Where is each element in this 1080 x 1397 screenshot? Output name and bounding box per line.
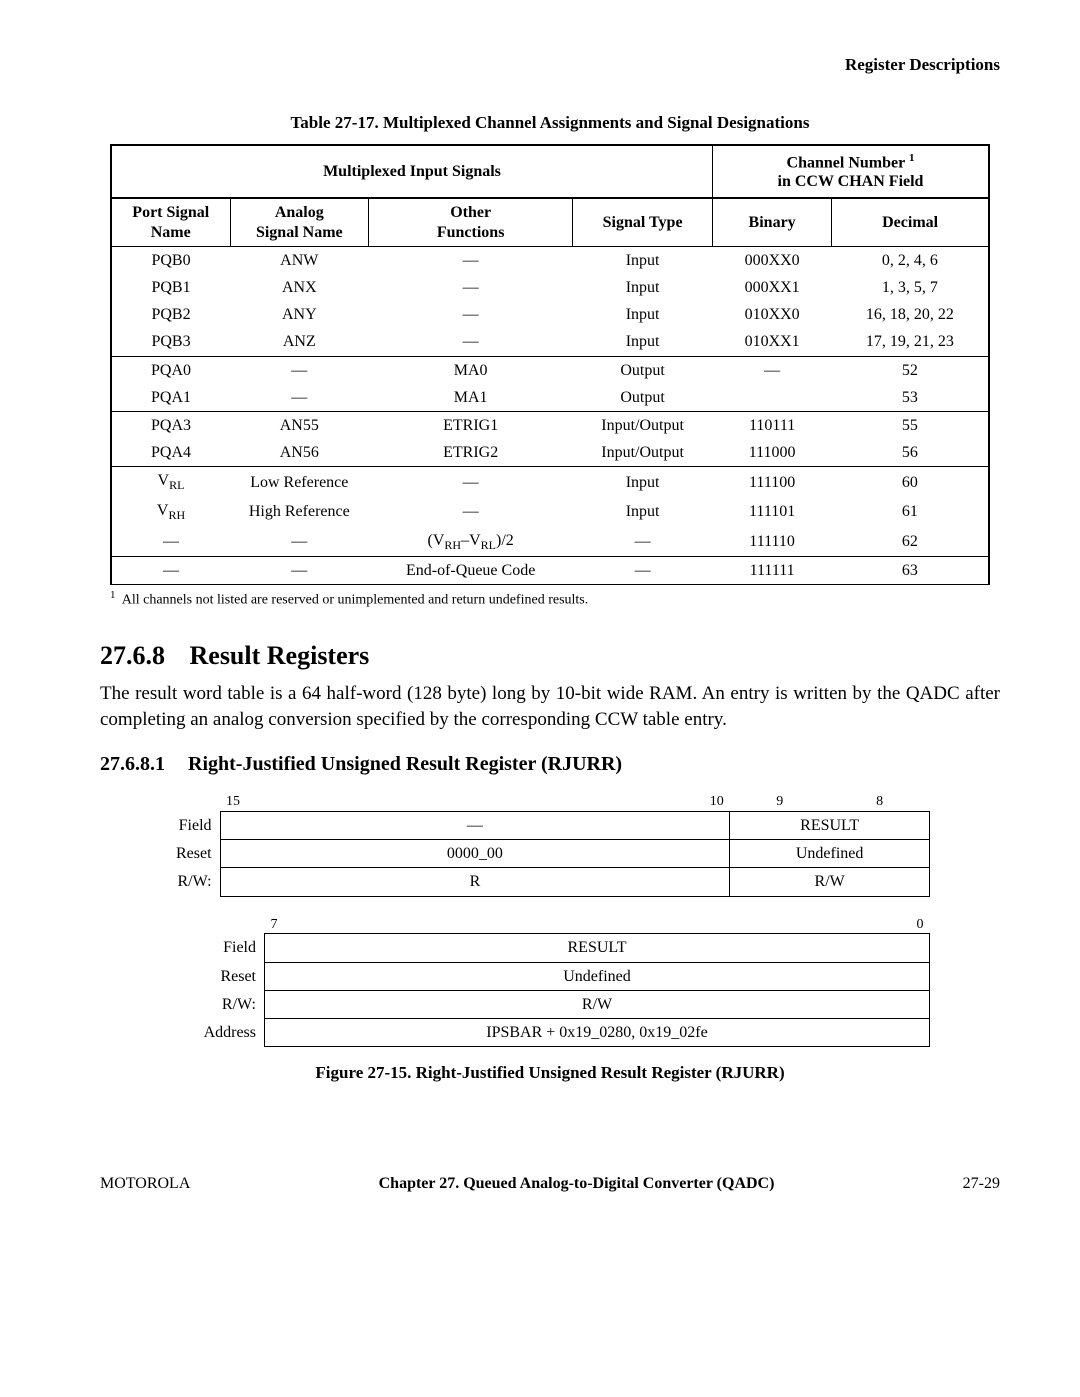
table-row: PQA0 — MA0 Output — 52 bbox=[111, 356, 989, 384]
footer-left: MOTOROLA bbox=[100, 1174, 190, 1193]
cell-field-left: — bbox=[220, 812, 730, 840]
th-chan: Channel Number 1 in CCW CHAN Field bbox=[712, 145, 989, 199]
table-row: PQB1 ANX — Input 000XX1 1, 3, 5, 7 bbox=[111, 274, 989, 301]
row-label-rw: R/W: bbox=[170, 990, 265, 1018]
row-label-reset: Reset bbox=[170, 840, 220, 868]
subsection-number: 27.6.8.1 bbox=[100, 753, 165, 775]
th-dec: Decimal bbox=[832, 198, 989, 246]
th-chan-l1: Channel Number bbox=[787, 154, 905, 171]
bit-label: 9 bbox=[730, 790, 830, 811]
table-row: PQB2 ANY — Input 010XX0 16, 18, 20, 22 bbox=[111, 301, 989, 328]
th-chan-sup: 1 bbox=[909, 152, 915, 164]
table-row: VRH High Reference — Input 111101 61 bbox=[111, 497, 989, 527]
cell-reset-left: 0000_00 bbox=[220, 840, 730, 868]
vrl-cell: VRL bbox=[111, 467, 230, 497]
table-row: PQB0 ANW — Input 000XX0 0, 2, 4, 6 bbox=[111, 246, 989, 274]
th-analog: Analog Signal Name bbox=[230, 198, 369, 246]
row-label-field: Field bbox=[170, 934, 265, 962]
vrh-cell: VRH bbox=[111, 497, 230, 527]
table-row: PQA1 — MA1 Output 53 bbox=[111, 384, 989, 412]
bit-label: 7 bbox=[265, 913, 597, 934]
cell-rw-right: R/W bbox=[730, 868, 930, 896]
th-sigtype: Signal Type bbox=[573, 198, 713, 246]
cell-reset-right: Undefined bbox=[730, 840, 930, 868]
th-mux: Multiplexed Input Signals bbox=[111, 145, 712, 199]
cell-field: RESULT bbox=[265, 934, 930, 962]
section-heading: 27.6.8 Result Registers bbox=[100, 640, 1000, 671]
register-table-upper: 15 10 9 8 Field — RESULT Reset 0000_00 U… bbox=[170, 790, 930, 896]
subsection-title: Right-Justified Unsigned Result Register… bbox=[188, 753, 622, 775]
footer-right: 27-29 bbox=[963, 1174, 1000, 1193]
channel-table: Multiplexed Input Signals Channel Number… bbox=[110, 144, 990, 586]
cell-reset: Undefined bbox=[265, 962, 930, 990]
cell-field-right: RESULT bbox=[730, 812, 930, 840]
footer-center: Chapter 27. Queued Analog-to-Digital Con… bbox=[379, 1174, 775, 1193]
table-row: PQB3 ANZ — Input 010XX1 17, 19, 21, 23 bbox=[111, 328, 989, 356]
table-row: — — End-of-Queue Code — 111111 63 bbox=[111, 557, 989, 585]
table-footnote: 1 All channels not listed are reserved o… bbox=[110, 589, 1000, 609]
table-row: — — (VRH–VRL)/2 — 111110 62 bbox=[111, 527, 989, 557]
table-title: Table 27-17. Multiplexed Channel Assignm… bbox=[100, 113, 1000, 133]
section-title: Result Registers bbox=[190, 641, 370, 670]
th-bin: Binary bbox=[712, 198, 831, 246]
cell-rw: R/W bbox=[265, 990, 930, 1018]
th-other: Other Functions bbox=[369, 198, 573, 246]
row-label-address: Address bbox=[170, 1018, 265, 1046]
cell-rw-left: R bbox=[220, 868, 730, 896]
table-row: PQA4 AN56 ETRIG2 Input/Output 111000 56 bbox=[111, 439, 989, 467]
page-footer: MOTOROLA Chapter 27. Queued Analog-to-Di… bbox=[100, 1174, 1000, 1193]
page-header: Register Descriptions bbox=[100, 55, 1000, 75]
cell-address: IPSBAR + 0x19_0280, 0x19_02fe bbox=[265, 1018, 930, 1046]
section-paragraph: The result word table is a 64 half-word … bbox=[100, 681, 1000, 732]
register-table-lower: 7 0 Field RESULT Reset Undefined R/W: R/… bbox=[170, 913, 930, 1048]
section-number: 27.6.8 bbox=[100, 641, 165, 670]
row-label-field: Field bbox=[170, 812, 220, 840]
row-label-reset: Reset bbox=[170, 962, 265, 990]
bit-label: 8 bbox=[830, 790, 930, 811]
table-row: PQA3 AN55 ETRIG1 Input/Output 110111 55 bbox=[111, 411, 989, 439]
bit-label: 10 bbox=[704, 790, 730, 811]
vrh-vrl-cell: (VRH–VRL)/2 bbox=[369, 527, 573, 557]
row-label-rw: R/W: bbox=[170, 868, 220, 896]
bit-label: 0 bbox=[597, 913, 930, 934]
figure-caption: Figure 27-15. Right-Justified Unsigned R… bbox=[100, 1063, 1000, 1083]
bit-label: 15 bbox=[220, 790, 704, 811]
table-row: VRL Low Reference — Input 111100 60 bbox=[111, 467, 989, 497]
th-port: Port Signal Name bbox=[111, 198, 230, 246]
th-chan-l2: in CCW CHAN Field bbox=[778, 173, 924, 190]
subsection-heading: 27.6.8.1 Right-Justified Unsigned Result… bbox=[100, 752, 1000, 776]
